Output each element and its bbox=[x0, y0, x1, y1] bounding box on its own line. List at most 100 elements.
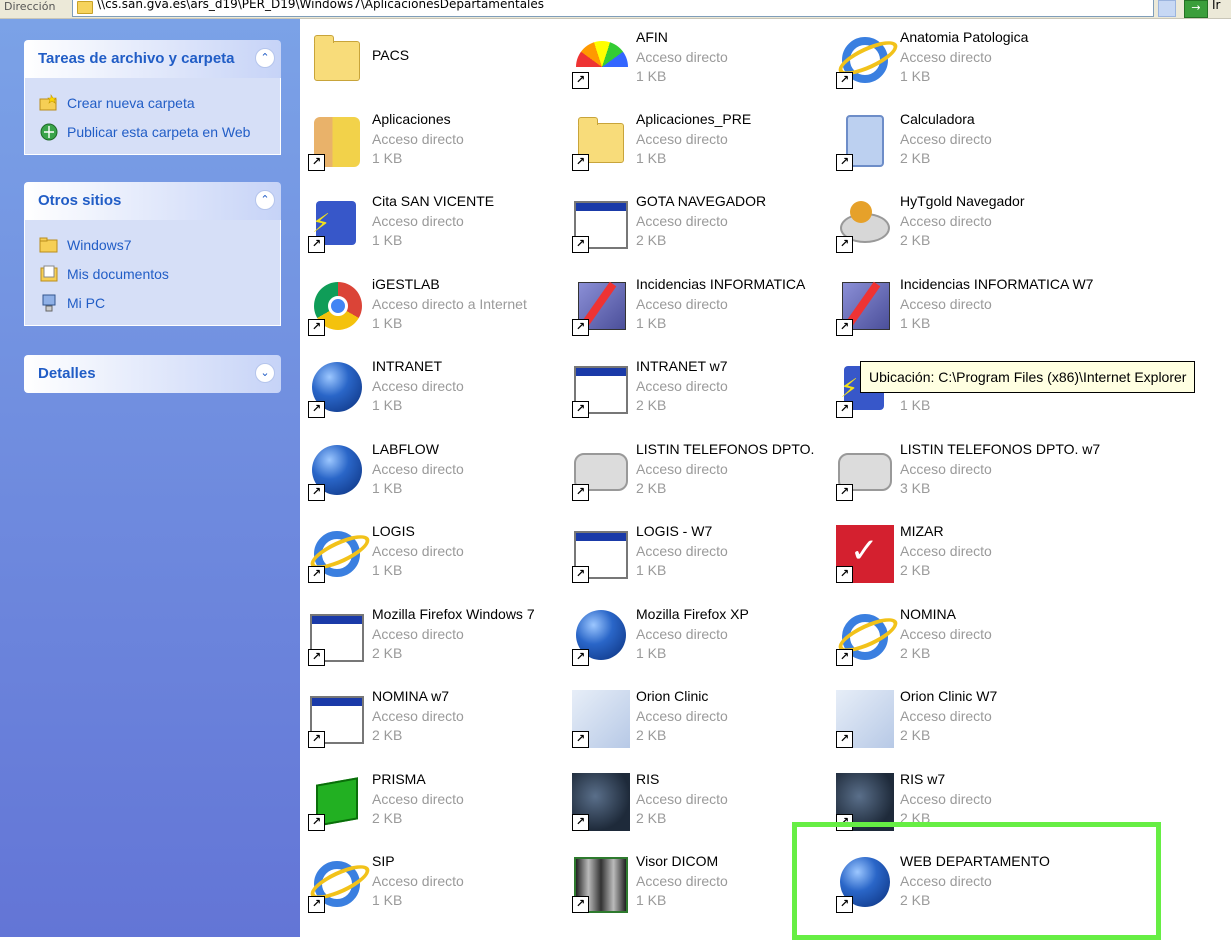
file-item[interactable]: ↗ AFIN Acceso directo 1 KB bbox=[568, 27, 830, 105]
file-item[interactable]: ↗ Cita SAN VICENTE Acceso directo 1 KB bbox=[304, 191, 566, 269]
file-item[interactable]: ↗ PRISMA Acceso directo 2 KB bbox=[304, 769, 566, 847]
expand-icon[interactable]: ⌄ bbox=[255, 363, 275, 383]
shortcut-arrow-icon: ↗ bbox=[308, 896, 325, 913]
plug-icon: ↗ bbox=[308, 195, 366, 253]
file-size: 2 KB bbox=[372, 810, 403, 826]
file-size: 1 KB bbox=[636, 562, 667, 578]
xray-icon: ↗ bbox=[572, 855, 630, 913]
shortcut-arrow-icon: ↗ bbox=[572, 896, 589, 913]
file-name: SIP bbox=[372, 853, 395, 869]
file-item[interactable]: ↗ Mozilla Firefox XP Acceso directo 1 KB bbox=[568, 604, 830, 682]
file-name: iGESTLAB bbox=[372, 276, 440, 292]
file-name: LABFLOW bbox=[372, 441, 439, 457]
file-size: 1 KB bbox=[372, 232, 403, 248]
file-item[interactable]: ↗ INTRANET Acceso directo 1 KB bbox=[304, 356, 566, 434]
file-item[interactable]: ↗ LISTIN TELEFONOS DPTO. w7 Acceso directo… bbox=[832, 439, 1100, 517]
file-name: RIS w7 bbox=[900, 771, 946, 787]
file-size: 1 KB bbox=[636, 892, 667, 908]
details-header[interactable]: Detalles ⌄ bbox=[24, 355, 281, 393]
file-item[interactable]: ↗ Aplicaciones Acceso directo 1 KB bbox=[304, 109, 566, 187]
file-item[interactable]: ↗ Orion Clinic W7 Acceso directo 2 KB bbox=[832, 686, 1094, 764]
other-places-header[interactable]: Otros sitios ⌃ bbox=[24, 182, 281, 220]
file-tasks-header[interactable]: Tareas de archivo y carpeta ⌃ bbox=[24, 40, 281, 78]
file-name: Mozilla Firefox Windows 7 bbox=[372, 606, 535, 622]
file-size: 1 KB bbox=[372, 397, 403, 413]
file-item[interactable]: ↗ LOGIS Acceso directo 1 KB bbox=[304, 521, 566, 599]
file-item[interactable]: ↗ Visor DICOM Acceso directo 1 KB bbox=[568, 851, 830, 929]
mizar-icon: ↗ bbox=[836, 525, 894, 583]
shortcut-arrow-icon: ↗ bbox=[572, 484, 589, 501]
internet-explorer-icon: ↗ bbox=[308, 855, 366, 913]
tool-icon: ↗ bbox=[572, 278, 630, 336]
file-item[interactable]: ↗ LABFLOW Acceso directo 1 KB bbox=[304, 439, 566, 517]
folder-icon bbox=[308, 31, 366, 89]
file-item[interactable]: ↗ Mozilla Firefox Windows 7 Acceso directo… bbox=[304, 604, 566, 682]
shortcut-arrow-icon: ↗ bbox=[572, 649, 589, 666]
file-size: 1 KB bbox=[372, 315, 403, 331]
file-item[interactable]: ↗ LOGIS - W7 Acceso directo 1 KB bbox=[568, 521, 830, 599]
file-type: Acceso directo bbox=[900, 296, 992, 312]
file-item[interactable]: ↗ RIS Acceso directo 2 KB bbox=[568, 769, 830, 847]
file-name: Aplicaciones bbox=[372, 111, 451, 127]
my-computer-link[interactable]: Mi PC bbox=[25, 288, 280, 317]
file-item[interactable]: ↗ INTRANET w7 Acceso directo 2 KB bbox=[568, 356, 830, 434]
shortcut-arrow-icon: ↗ bbox=[836, 154, 853, 171]
file-item[interactable]: ↗ LISTIN TELEFONOS DPTO. Acceso directo 2 K… bbox=[568, 439, 830, 517]
file-name: Mozilla Firefox XP bbox=[636, 606, 749, 622]
file-item[interactable]: ↗ NOMINA Acceso directo 2 KB bbox=[832, 604, 1094, 682]
file-item[interactable]: ↗ iGESTLAB Acceso directo a Internet 1 KB bbox=[304, 274, 566, 352]
file-size: 1 KB bbox=[636, 150, 667, 166]
go-button[interactable]: Ir bbox=[1212, 0, 1220, 12]
file-size: 2 KB bbox=[636, 480, 667, 496]
file-item[interactable]: ↗ Aplicaciones_PRE Acceso directo 1 KB bbox=[568, 109, 830, 187]
shortcut-arrow-icon: ↗ bbox=[308, 319, 325, 336]
file-item[interactable]: ↗ Incidencias INFORMATICA W7 Acceso direct… bbox=[832, 274, 1094, 352]
file-type: Acceso directo bbox=[372, 708, 464, 724]
file-item[interactable]: ↗ Anatomia Patologica Acceso directo 1 KB bbox=[832, 27, 1094, 105]
other-places-panel: Otros sitios ⌃ Windows7 Mis documentos M… bbox=[24, 182, 281, 326]
file-type: Acceso directo bbox=[372, 791, 464, 807]
file-type: Acceso directo bbox=[372, 873, 464, 889]
file-item[interactable]: ↗ NOMINA w7 Acceso directo 2 KB bbox=[304, 686, 566, 764]
publish-web-link[interactable]: Publicar esta carpeta en Web bbox=[25, 117, 280, 146]
file-size: 1 KB bbox=[372, 480, 403, 496]
cube-icon: ↗ bbox=[308, 773, 366, 831]
shortcut-arrow-icon: ↗ bbox=[836, 236, 853, 253]
other-places-body: Windows7 Mis documentos Mi PC bbox=[24, 220, 281, 326]
address-dropdown-button[interactable] bbox=[1158, 0, 1176, 17]
shortcut-arrow-icon: ↗ bbox=[572, 814, 589, 831]
address-input[interactable]: \\cs.san.gva.es\ars_d19\PER_D19\Windows7… bbox=[72, 0, 1154, 17]
file-item[interactable]: ↗ Orion Clinic Acceso directo 2 KB bbox=[568, 686, 830, 764]
collapse-icon[interactable]: ⌃ bbox=[255, 48, 275, 68]
file-name: LISTIN TELEFONOS DPTO. w7 bbox=[900, 441, 1101, 457]
file-type: Acceso directo bbox=[900, 131, 992, 147]
windows7-link[interactable]: Windows7 bbox=[25, 230, 280, 259]
file-item[interactable]: ↗ GOTA NAVEGADOR Acceso directo 2 KB bbox=[568, 191, 830, 269]
my-documents-link[interactable]: Mis documentos bbox=[25, 259, 280, 288]
shortcut-arrow-icon: ↗ bbox=[836, 484, 853, 501]
shortcut-arrow-icon: ↗ bbox=[572, 566, 589, 583]
file-item[interactable]: ↗ Incidencias INFORMATICA Acceso directo 1 … bbox=[568, 274, 830, 352]
collapse-icon[interactable]: ⌃ bbox=[255, 190, 275, 210]
file-name: MIZAR bbox=[900, 523, 944, 539]
file-size: 1 KB bbox=[636, 68, 667, 84]
shortcut-arrow-icon: ↗ bbox=[572, 731, 589, 748]
file-item[interactable]: ↗ SIP Acceso directo 1 KB bbox=[304, 851, 566, 929]
file-size: 2 KB bbox=[900, 232, 931, 248]
file-size: 2 KB bbox=[900, 150, 931, 166]
file-name: LOGIS bbox=[372, 523, 415, 539]
shortcut-arrow-icon: ↗ bbox=[572, 236, 589, 253]
file-item[interactable]: ↗ MIZAR Acceso directo 2 KB bbox=[832, 521, 1094, 599]
publish-web-label: Publicar esta carpeta en Web bbox=[67, 123, 251, 140]
go-arrow-icon[interactable]: → bbox=[1184, 0, 1208, 18]
file-item[interactable]: PACS bbox=[304, 27, 566, 105]
shortcut-arrow-icon: ↗ bbox=[308, 566, 325, 583]
file-name: LOGIS - W7 bbox=[636, 523, 713, 539]
address-bar: Dirección \\cs.san.gva.es\ars_d19\PER_D1… bbox=[0, 0, 1231, 19]
chrome-icon: ↗ bbox=[308, 278, 366, 336]
file-type: Acceso directo bbox=[900, 213, 992, 229]
create-folder-link[interactable]: Crear nueva carpeta bbox=[25, 88, 280, 117]
folder-icon bbox=[39, 237, 58, 252]
file-item[interactable]: ↗ Calculadora Acceso directo 2 KB bbox=[832, 109, 1094, 187]
file-item[interactable]: ↗ HyTgold Navegador Acceso directo 2 KB bbox=[832, 191, 1094, 269]
